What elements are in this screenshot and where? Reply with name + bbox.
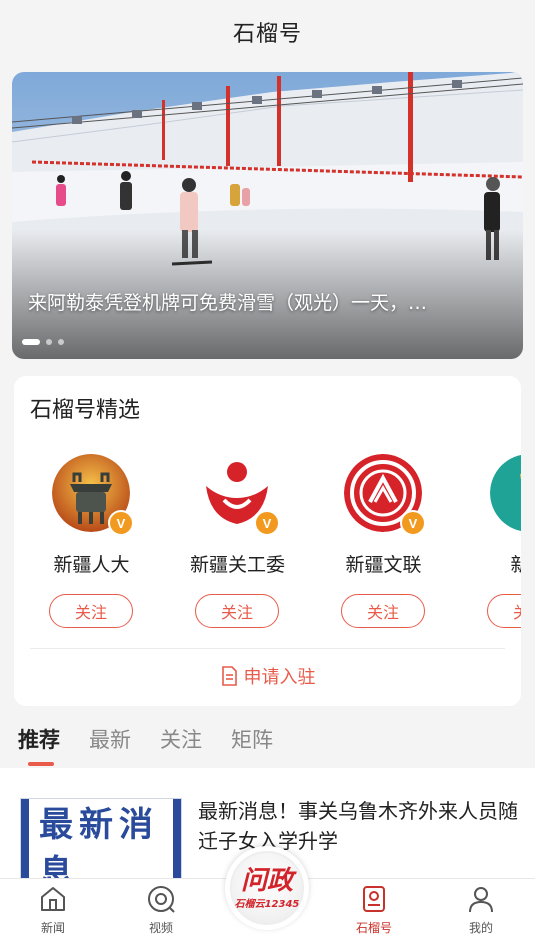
thumb-stripe (173, 799, 181, 878)
featured-accounts-card: 石榴号精选 V 新疆人大 关注 V 新疆关工委 关注 V 新疆文联 关注 新 关… (14, 376, 521, 706)
banner-carousel[interactable]: 来阿勒泰凭登机牌可免费滑雪（观光）一天，… (12, 72, 523, 359)
featured-title: 石榴号精选 (30, 398, 141, 423)
page-title: 石榴号 (232, 22, 302, 47)
tab-follow[interactable]: 关注 (160, 724, 202, 754)
carousel-dot[interactable] (46, 339, 52, 345)
avatar[interactable]: V (344, 454, 426, 536)
banner-title[interactable]: 来阿勒泰凭登机牌可免费滑雪（观光）一天，… (28, 288, 514, 315)
account-card-renda[interactable]: V 新疆人大 关注 (14, 454, 154, 628)
apply-join-button[interactable]: 申请入驻 (14, 662, 521, 690)
avatar[interactable]: V (198, 454, 280, 536)
account-card-partial[interactable]: V 新疆 关注 (452, 454, 521, 628)
account-name[interactable]: 新疆人大 (14, 550, 169, 577)
nav-label: 石榴号 (355, 921, 392, 935)
nav-shiliuhao[interactable]: 石榴号 (339, 883, 409, 943)
account-card-wenlian[interactable]: V 新疆文联 关注 (306, 454, 446, 628)
banner-image (12, 72, 523, 359)
content-tabs: 推荐 最新 关注 矩阵 (0, 716, 535, 768)
verified-badge: V (254, 510, 280, 536)
carousel-dot-active[interactable] (22, 339, 40, 345)
avatar[interactable]: V (52, 454, 134, 536)
wenzheng-logo: 问政 石榴云12345 (230, 851, 304, 925)
nav-video[interactable]: 视频 (126, 883, 196, 943)
thumb-stripe (21, 799, 29, 878)
apply-label: 申请入驻 (243, 667, 316, 688)
tab-active-indicator (28, 762, 54, 766)
verified-badge: V (400, 510, 426, 536)
follow-button[interactable]: 关注 (487, 594, 521, 628)
home-icon (37, 883, 69, 915)
partial-avatar-icon (490, 454, 521, 532)
tab-latest[interactable]: 最新 (89, 724, 131, 754)
thumb-text: 最新消息 (39, 805, 159, 878)
wenzheng-main-text: 问政 (240, 865, 293, 896)
nav-news[interactable]: 新闻 (18, 883, 88, 943)
tab-recommend[interactable]: 推荐 (18, 724, 60, 754)
wenzheng-sub-text: 石榴云12345 (234, 898, 300, 910)
avatar[interactable]: V (490, 454, 521, 534)
video-icon (145, 883, 177, 915)
article-title[interactable]: 最新消息！事关乌鲁木齐外来人员随迁子女入学升学 (198, 796, 518, 856)
article-thumbnail[interactable]: 最新消息 (20, 798, 182, 878)
verified-badge: V (108, 510, 134, 536)
account-card-guangongwei[interactable]: V 新疆关工委 关注 (160, 454, 300, 628)
account-name[interactable]: 新疆关工委 (160, 550, 315, 577)
top-bar: 石榴号 (0, 0, 535, 64)
nav-label: 视频 (148, 921, 173, 935)
follow-button[interactable]: 关注 (195, 594, 279, 628)
divider (30, 648, 505, 649)
nav-label: 新闻 (40, 921, 65, 935)
carousel-dot[interactable] (58, 339, 64, 345)
follow-button[interactable]: 关注 (341, 594, 425, 628)
account-name[interactable]: 新疆 (452, 550, 521, 577)
document-icon (221, 666, 237, 686)
account-name[interactable]: 新疆文联 (306, 550, 461, 577)
featured-accounts-list[interactable]: V 新疆人大 关注 V 新疆关工委 关注 V 新疆文联 关注 新 关 (14, 454, 521, 628)
nav-label: 我的 (468, 921, 493, 935)
profile-icon (465, 883, 497, 915)
tab-matrix[interactable]: 矩阵 (231, 724, 273, 754)
carousel-indicator (22, 339, 64, 345)
follow-button[interactable]: 关注 (49, 594, 133, 628)
wenzheng-button[interactable]: 问政 石榴云12345 (225, 846, 309, 930)
account-badge-icon (358, 883, 390, 915)
nav-mine[interactable]: 我的 (446, 883, 516, 943)
